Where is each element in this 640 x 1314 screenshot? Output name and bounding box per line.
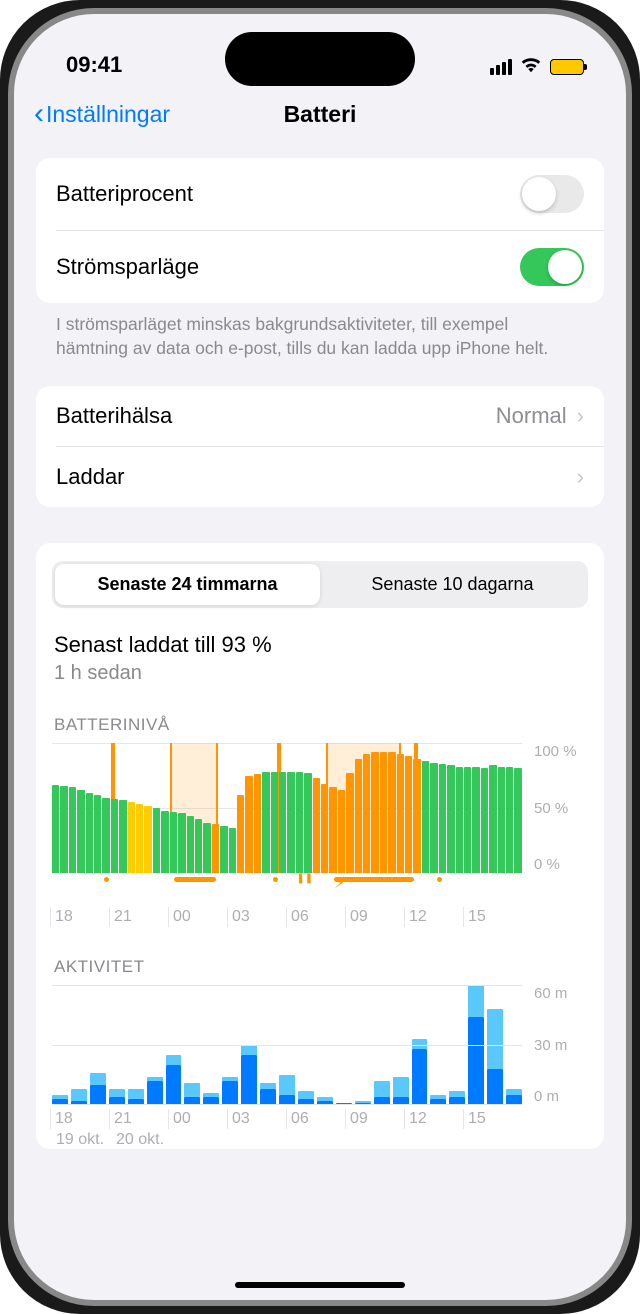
activity-dates: 19 okt. 20 okt. (52, 1129, 522, 1149)
chevron-right-icon: › (577, 464, 584, 490)
charging-row[interactable]: Laddar › (56, 446, 604, 507)
activity-label: AKTIVITET (52, 957, 588, 977)
nav-bar: ‹ Inställningar Batteri (14, 84, 626, 144)
battery-health-label: Batterihälsa (56, 403, 496, 429)
settings-group-2: Batterihälsa Normal › Laddar › (36, 386, 604, 507)
battery-level-chart[interactable] (52, 743, 522, 873)
activity-section: AKTIVITET 1821000306091215 19 okt. 20 ok… (52, 957, 588, 1149)
last-charge-subtitle: 1 h sedan (52, 658, 588, 685)
last-charge-title: Senast laddat till 93 % (52, 632, 588, 658)
battery-percent-toggle[interactable] (520, 175, 584, 213)
cellular-icon (490, 59, 512, 75)
status-time: 09:41 (66, 52, 122, 78)
wifi-icon (520, 55, 542, 78)
settings-group-1: Batteriprocent Strömsparläge (36, 158, 604, 303)
home-indicator[interactable] (235, 1282, 405, 1288)
activity-chart[interactable] (52, 985, 522, 1105)
low-power-label: Strömsparläge (56, 254, 520, 280)
back-label: Inställningar (46, 101, 170, 128)
time-range-segmented[interactable]: Senaste 24 timmarna Senaste 10 dagarna (52, 561, 588, 608)
activity-xaxis: 1821000306091215 (50, 1105, 522, 1129)
low-power-toggle[interactable] (520, 248, 584, 286)
back-button[interactable]: ‹ Inställningar (34, 99, 170, 129)
low-power-mode-row[interactable]: Strömsparläge (56, 230, 604, 303)
status-icons (490, 55, 584, 78)
battery-health-value: Normal (496, 403, 567, 429)
battery-level-label: BATTERINIVÅ (52, 715, 588, 735)
usage-panel: Senaste 24 timmarna Senaste 10 dagarna S… (36, 543, 604, 1149)
battery-icon (550, 59, 584, 75)
seg-last-10d[interactable]: Senaste 10 dagarna (320, 564, 585, 605)
low-power-footer: I strömsparläget minskas bakgrundsaktivi… (36, 303, 604, 386)
activity-yaxis: 60 m 30 m 0 m (534, 985, 588, 1105)
charging-label: Laddar (56, 464, 577, 490)
battery-level-yaxis: 100 % 50 % 0 % (534, 743, 588, 873)
battery-percent-row[interactable]: Batteriprocent (36, 158, 604, 230)
chevron-right-icon: › (577, 403, 584, 429)
battery-level-section: BATTERINIVÅ ❚❚⚡︎ 1821000306091215 100 % (52, 715, 588, 927)
battery-percent-label: Batteriprocent (56, 181, 520, 207)
chevron-left-icon: ‹ (34, 99, 44, 129)
charge-markers: ❚❚⚡︎ (52, 875, 522, 887)
page-title: Batteri (284, 101, 357, 128)
battery-health-row[interactable]: Batterihälsa Normal › (36, 386, 604, 446)
seg-last-24h[interactable]: Senaste 24 timmarna (55, 564, 320, 605)
battery-level-xaxis: 1821000306091215 (50, 887, 522, 927)
